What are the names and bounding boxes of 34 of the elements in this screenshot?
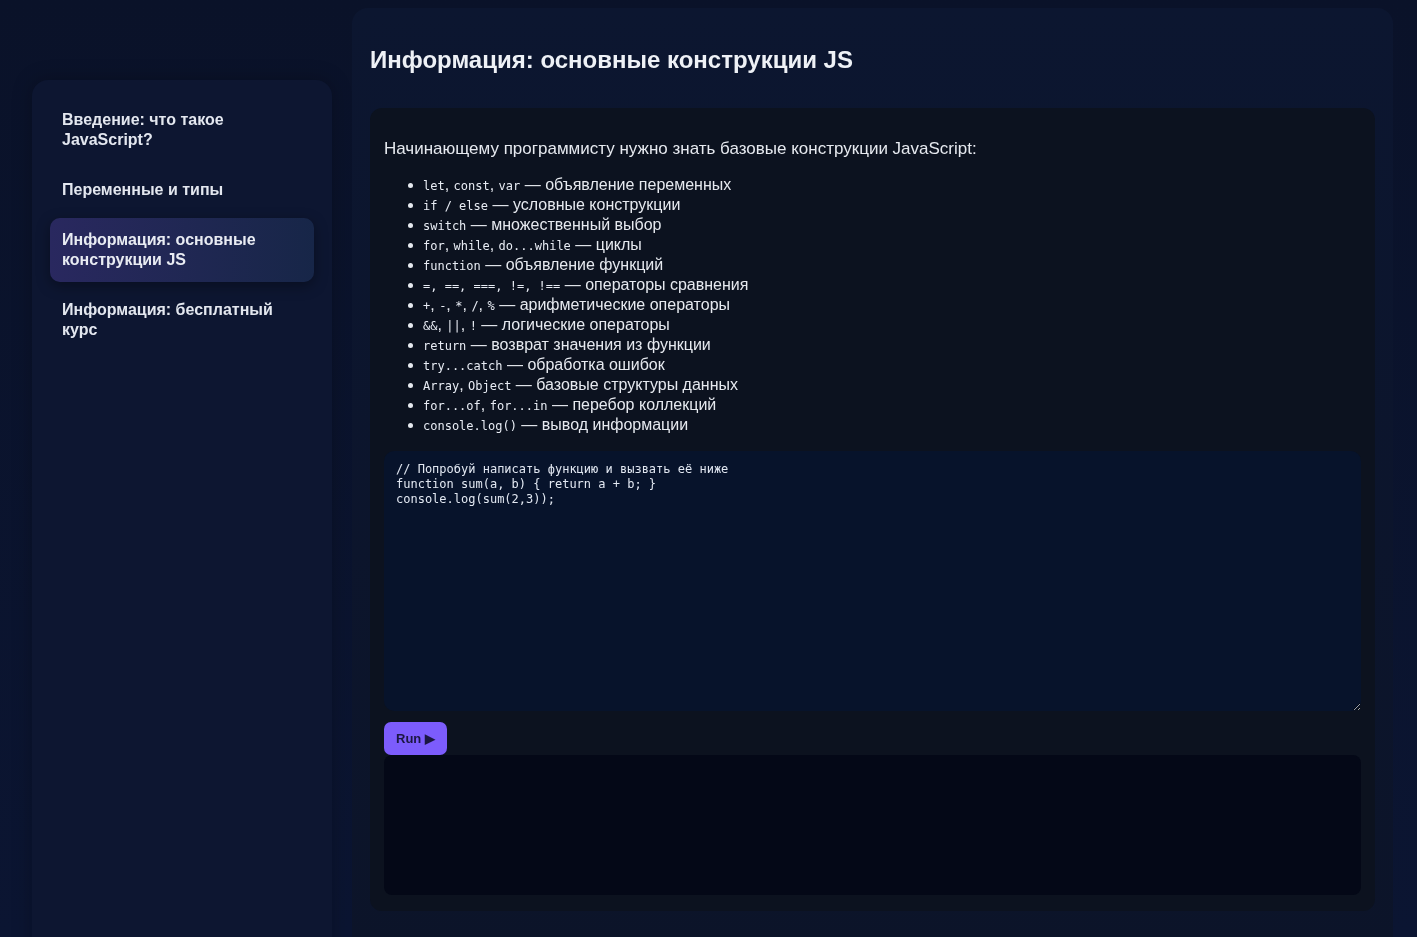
- list-item-text: switch — множественный выбор: [423, 214, 662, 235]
- bullet-icon: [408, 362, 413, 368]
- sidebar-item[interactable]: Информация: основные конструкции JS: [50, 218, 314, 282]
- list-item-text: if / else — условные конструкции: [423, 194, 681, 215]
- bullet-icon: [408, 202, 413, 208]
- bullet-icon: [408, 222, 413, 228]
- bullet-icon: [408, 342, 413, 348]
- page-title: Информация: основные конструкции JS: [370, 45, 853, 75]
- list-item-text: try...catch — обработка ошибок: [423, 354, 665, 375]
- bullet-icon: [408, 182, 413, 188]
- list-item-text: =, ==, ===, !=, !== — операторы сравнения: [423, 274, 749, 295]
- run-button[interactable]: Run ▶: [384, 722, 447, 755]
- list-item-text: return — возврат значения из функции: [423, 334, 711, 355]
- list-item-text: console.log() — вывод информации: [423, 414, 689, 435]
- list-item-text: for, while, do...while — циклы: [423, 234, 642, 255]
- bullet-icon: [408, 382, 413, 388]
- list-item-text: Array, Object — базовые структуры данных: [423, 374, 738, 395]
- list-item-text: function — объявление функций: [423, 254, 664, 275]
- bullet-icon: [408, 242, 413, 248]
- list-item-text: for...of, for...in — перебор коллекций: [423, 394, 717, 415]
- bullet-icon: [408, 302, 413, 308]
- list-item-text: +, -, *, /, % — арифметические операторы: [423, 294, 731, 315]
- intro-text: Начинающему программисту нужно знать базовые конструкции JavaScript:: [384, 138, 977, 160]
- sidebar-item[interactable]: Переменные и типы: [50, 168, 314, 212]
- bullet-icon: [408, 262, 413, 268]
- bullet-icon: [408, 422, 413, 428]
- code-editor[interactable]: // Попробуй написать функцию и вызвать её ниже function sum(a, b) { return a + b; } console.log(sum(2,3));: [384, 451, 1361, 711]
- sidebar-item[interactable]: Введение: что такое JavaScript?: [50, 98, 314, 162]
- list-item-text: &&, ||, ! — логические операторы: [423, 314, 670, 335]
- bullet-icon: [408, 282, 413, 288]
- sidebar-item[interactable]: Информация: бесплатный курс: [50, 288, 314, 352]
- bullet-icon: [408, 402, 413, 408]
- bullet-icon: [408, 322, 413, 328]
- list-item-text: let, const, var — объявление переменных: [423, 174, 732, 195]
